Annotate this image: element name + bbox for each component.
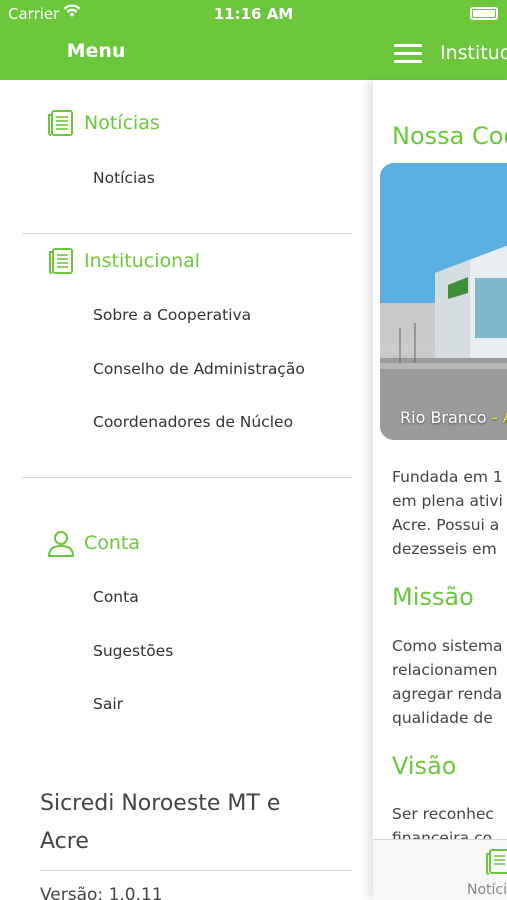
text-line: qualidade de <box>392 709 493 727</box>
organization-name: Sicredi Noroeste MT e Acre <box>40 791 281 854</box>
paragraph-missao: Como sistema relacionamen agregar renda … <box>392 634 502 730</box>
section-label: Institucional <box>84 250 201 272</box>
section-conta[interactable]: Conta <box>46 528 140 558</box>
content-header-title: Institucional <box>440 42 507 64</box>
text-line: relacionamen <box>392 661 498 679</box>
news-icon <box>48 110 73 136</box>
side-menu: Notícias Notícias Institucional Sobre a … <box>0 80 373 900</box>
section-noticias[interactable]: Notícias <box>46 108 160 138</box>
photo-caption: Rio Branco - A <box>400 408 507 427</box>
paragraph-intro: Fundada em 1 em plena ativi Acre. Possui… <box>392 465 503 561</box>
section-label: Conta <box>84 532 141 554</box>
status-bar: Carrier 11:16 AM <box>0 0 507 28</box>
section-label: Notícias <box>84 112 160 134</box>
menu-title: Menu <box>66 40 126 62</box>
text-line: Ser reconhec <box>392 805 494 823</box>
book-icon <box>49 248 73 274</box>
menu-item-sugestoes[interactable]: Sugestões <box>93 642 173 660</box>
app-version: Versão: 1.0.11 <box>40 885 163 900</box>
clock: 11:16 AM <box>213 5 294 23</box>
battery-icon <box>470 7 498 20</box>
user-icon <box>47 531 75 557</box>
content-panel: Nossa Cooperativa Rio Branco - A Fundada… <box>373 80 507 900</box>
page-title: Nossa Cooperativa <box>392 122 507 150</box>
text-line: Como sistema <box>392 637 503 655</box>
divider <box>22 477 352 478</box>
building-photo <box>380 163 507 440</box>
text-line: Fundada em 1 <box>392 468 503 486</box>
text-line: dezesseis em <box>392 540 497 558</box>
caption-separator: - A <box>491 408 507 427</box>
divider <box>22 233 352 234</box>
text-line: agregar renda <box>392 685 503 703</box>
caption-city: Rio Branco <box>400 408 487 427</box>
menu-item-noticias[interactable]: Notícias <box>93 169 155 187</box>
menu-item-conselho[interactable]: Conselho de Administração <box>93 360 305 378</box>
text-line: em plena ativi <box>392 492 503 510</box>
divider <box>40 870 352 871</box>
section-institucional[interactable]: Institucional <box>46 246 200 276</box>
hamburger-icon[interactable] <box>394 44 422 64</box>
missao-heading: Missão <box>392 583 474 611</box>
text-line: Acre. Possui a <box>392 516 500 534</box>
visao-heading: Visão <box>392 752 457 780</box>
menu-item-sobre[interactable]: Sobre a Cooperativa <box>93 306 251 324</box>
menu-item-conta[interactable]: Conta <box>93 588 139 606</box>
tab-bar: Notícias <box>373 839 507 900</box>
menu-item-sair[interactable]: Sair <box>93 695 123 713</box>
tab-noticias[interactable]: Notícias <box>467 882 507 898</box>
news-icon[interactable] <box>485 848 507 876</box>
menu-item-coordenadores[interactable]: Coordenadores de Núcleo <box>93 413 293 431</box>
